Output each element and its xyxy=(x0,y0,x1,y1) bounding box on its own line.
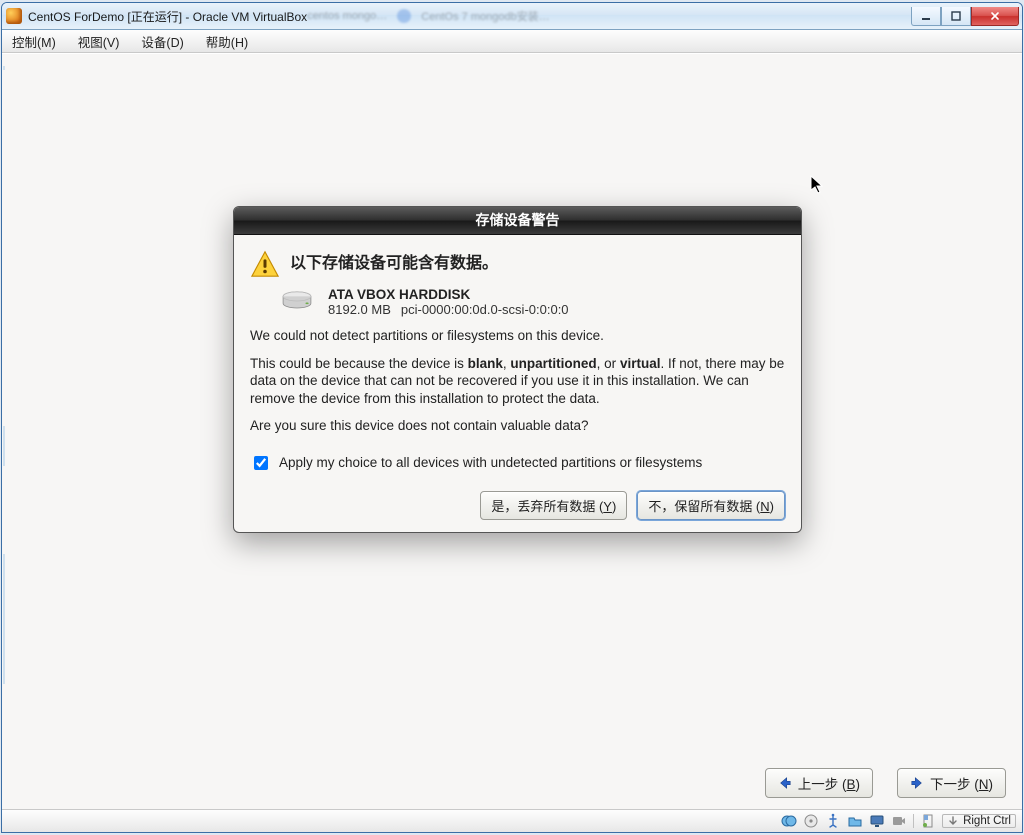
virtualbox-icon xyxy=(6,8,22,24)
virtualbox-window: CentOS ForDemo [正在运行] - Oracle VM Virtua… xyxy=(1,2,1023,833)
vm-display[interactable]: 存储设备警告 以下存储设备可能含有数据。 xyxy=(2,53,1022,809)
dialog-heading: 以下存储设备可能含有数据。 xyxy=(290,249,498,273)
status-recording-icon[interactable] xyxy=(891,813,907,829)
window-titlebar[interactable]: CentOS ForDemo [正在运行] - Oracle VM Virtua… xyxy=(2,3,1022,30)
window-buttons xyxy=(911,7,1019,26)
next-button[interactable]: 下一步 (N) xyxy=(897,768,1006,798)
yes-discard-button[interactable]: 是，丢弃所有数据 (Y) xyxy=(480,491,627,520)
menu-devices[interactable]: 设备(D) xyxy=(139,30,185,53)
virtualbox-menubar: 控制(M) 视图(V) 设备(D) 帮助(H) xyxy=(2,30,1022,53)
disk-size: 8192.0 MB xyxy=(328,302,391,317)
harddisk-icon xyxy=(280,289,314,313)
disk-details: 8192.0 MB pci-0000:00:0d.0-scsi-0:0:0:0 xyxy=(328,302,569,317)
apply-all-label: Apply my choice to all devices with unde… xyxy=(279,455,702,470)
arrow-left-icon xyxy=(778,776,792,790)
window-minimize-button[interactable] xyxy=(911,7,941,26)
menu-view[interactable]: 视图(V) xyxy=(76,30,122,53)
dialog-paragraph-1: We could not detect partitions or filesy… xyxy=(250,327,785,345)
dialog-paragraph-2: This could be because the device is blan… xyxy=(250,355,785,408)
arrow-down-icon xyxy=(947,815,959,827)
status-harddisk-icon[interactable] xyxy=(781,813,797,829)
status-optical-icon[interactable] xyxy=(803,813,819,829)
cursor-icon xyxy=(810,175,824,198)
virtualbox-statusbar: Right Ctrl xyxy=(2,809,1022,832)
status-separator xyxy=(913,814,914,828)
window-maximize-button[interactable] xyxy=(941,7,971,26)
apply-all-checkbox-row[interactable]: Apply my choice to all devices with unde… xyxy=(250,453,785,473)
disk-entry: ATA VBOX HARDDISK 8192.0 MB pci-0000:00:0… xyxy=(280,287,785,317)
window-title: CentOS ForDemo [正在运行] - Oracle VM Virtua… xyxy=(28,8,307,25)
no-keep-button[interactable]: 不，保留所有数据 (N) xyxy=(637,491,785,520)
dialog-paragraph-3: Are you sure this device does not contai… xyxy=(250,417,785,435)
window-close-button[interactable] xyxy=(971,7,1019,26)
apply-all-checkbox[interactable] xyxy=(254,456,268,470)
artifact xyxy=(3,66,5,70)
status-shared-folder-icon[interactable] xyxy=(847,813,863,829)
host-key-indicator[interactable]: Right Ctrl xyxy=(942,814,1016,828)
disk-path: pci-0000:00:0d.0-scsi-0:0:0:0 xyxy=(401,302,569,317)
titlebar-background-tabs: centos mongo… CentOs 7 mongodb安装… xyxy=(307,8,911,24)
artifact xyxy=(3,426,5,466)
menu-control[interactable]: 控制(M) xyxy=(10,30,58,53)
status-display-icon[interactable] xyxy=(869,813,885,829)
status-usb-icon[interactable] xyxy=(825,813,841,829)
host-key-label: Right Ctrl xyxy=(963,815,1011,827)
wizard-nav: 上一步 (B) 下一步 (N) xyxy=(765,768,1006,798)
dialog-title[interactable]: 存储设备警告 xyxy=(234,207,801,235)
storage-warning-dialog: 存储设备警告 以下存储设备可能含有数据。 xyxy=(233,206,802,533)
artifact xyxy=(3,554,5,684)
disk-name: ATA VBOX HARDDISK xyxy=(328,287,569,302)
menu-help[interactable]: 帮助(H) xyxy=(204,30,250,53)
back-button[interactable]: 上一步 (B) xyxy=(765,768,873,798)
status-mouse-integration-icon[interactable] xyxy=(920,813,936,829)
arrow-right-icon xyxy=(910,776,924,790)
warning-icon xyxy=(250,249,280,279)
